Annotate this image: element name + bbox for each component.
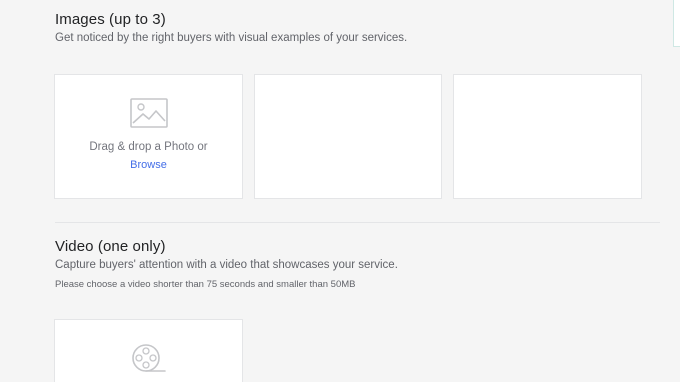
image-upload-dropzone-1[interactable]: Drag & drop a Photo or Browse [54, 74, 243, 199]
video-dropzone-content [55, 342, 242, 381]
dropzone-content: Drag & drop a Photo or Browse [55, 97, 242, 173]
video-size-note: Please choose a video shorter than 75 se… [55, 279, 356, 290]
image-upload-dropzone-2[interactable] [254, 74, 442, 199]
image-upload-dropzone-3[interactable] [453, 74, 642, 199]
images-section-subtitle: Get noticed by the right buyers with vis… [55, 32, 408, 44]
image-icon [129, 97, 169, 129]
drop-instruction-text: Drag & drop a Photo or [89, 141, 208, 153]
browse-link[interactable]: Browse [130, 158, 167, 173]
side-panel-edge [673, 0, 680, 47]
video-upload-dropzone[interactable] [54, 319, 243, 382]
gig-gallery-page: Images (up to 3) Get noticed by the righ… [0, 0, 680, 382]
film-reel-icon [129, 342, 169, 376]
video-section-subtitle: Capture buyers' attention with a video t… [55, 259, 398, 271]
video-section-title: Video (one only) [55, 238, 166, 255]
section-divider [55, 222, 660, 223]
images-section-title: Images (up to 3) [55, 11, 166, 28]
